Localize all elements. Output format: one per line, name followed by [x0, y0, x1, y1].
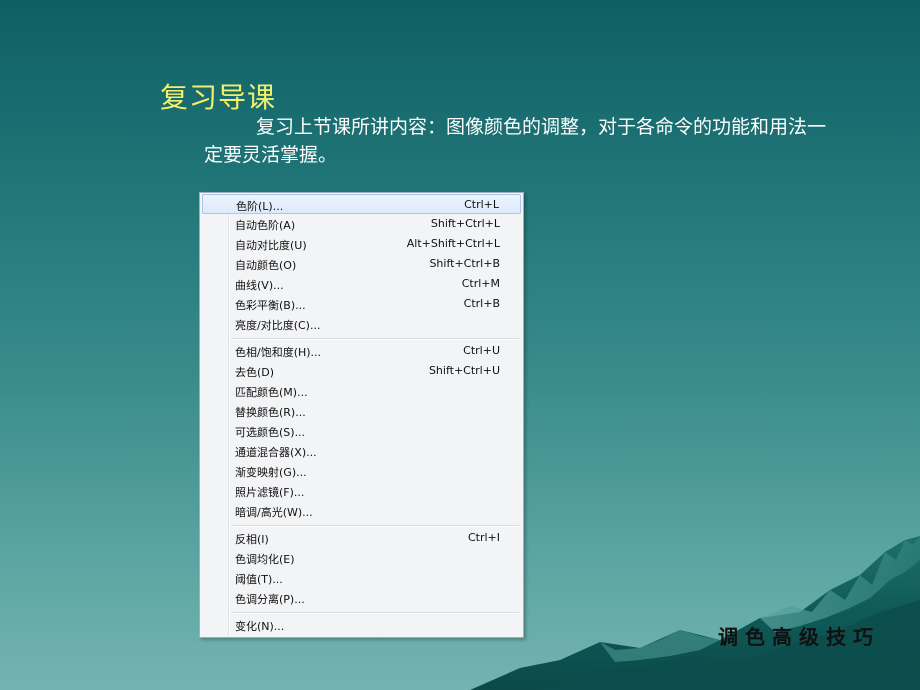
slide-footer: 调色高级技巧 [718, 625, 880, 649]
mountain-decoration [470, 536, 920, 690]
